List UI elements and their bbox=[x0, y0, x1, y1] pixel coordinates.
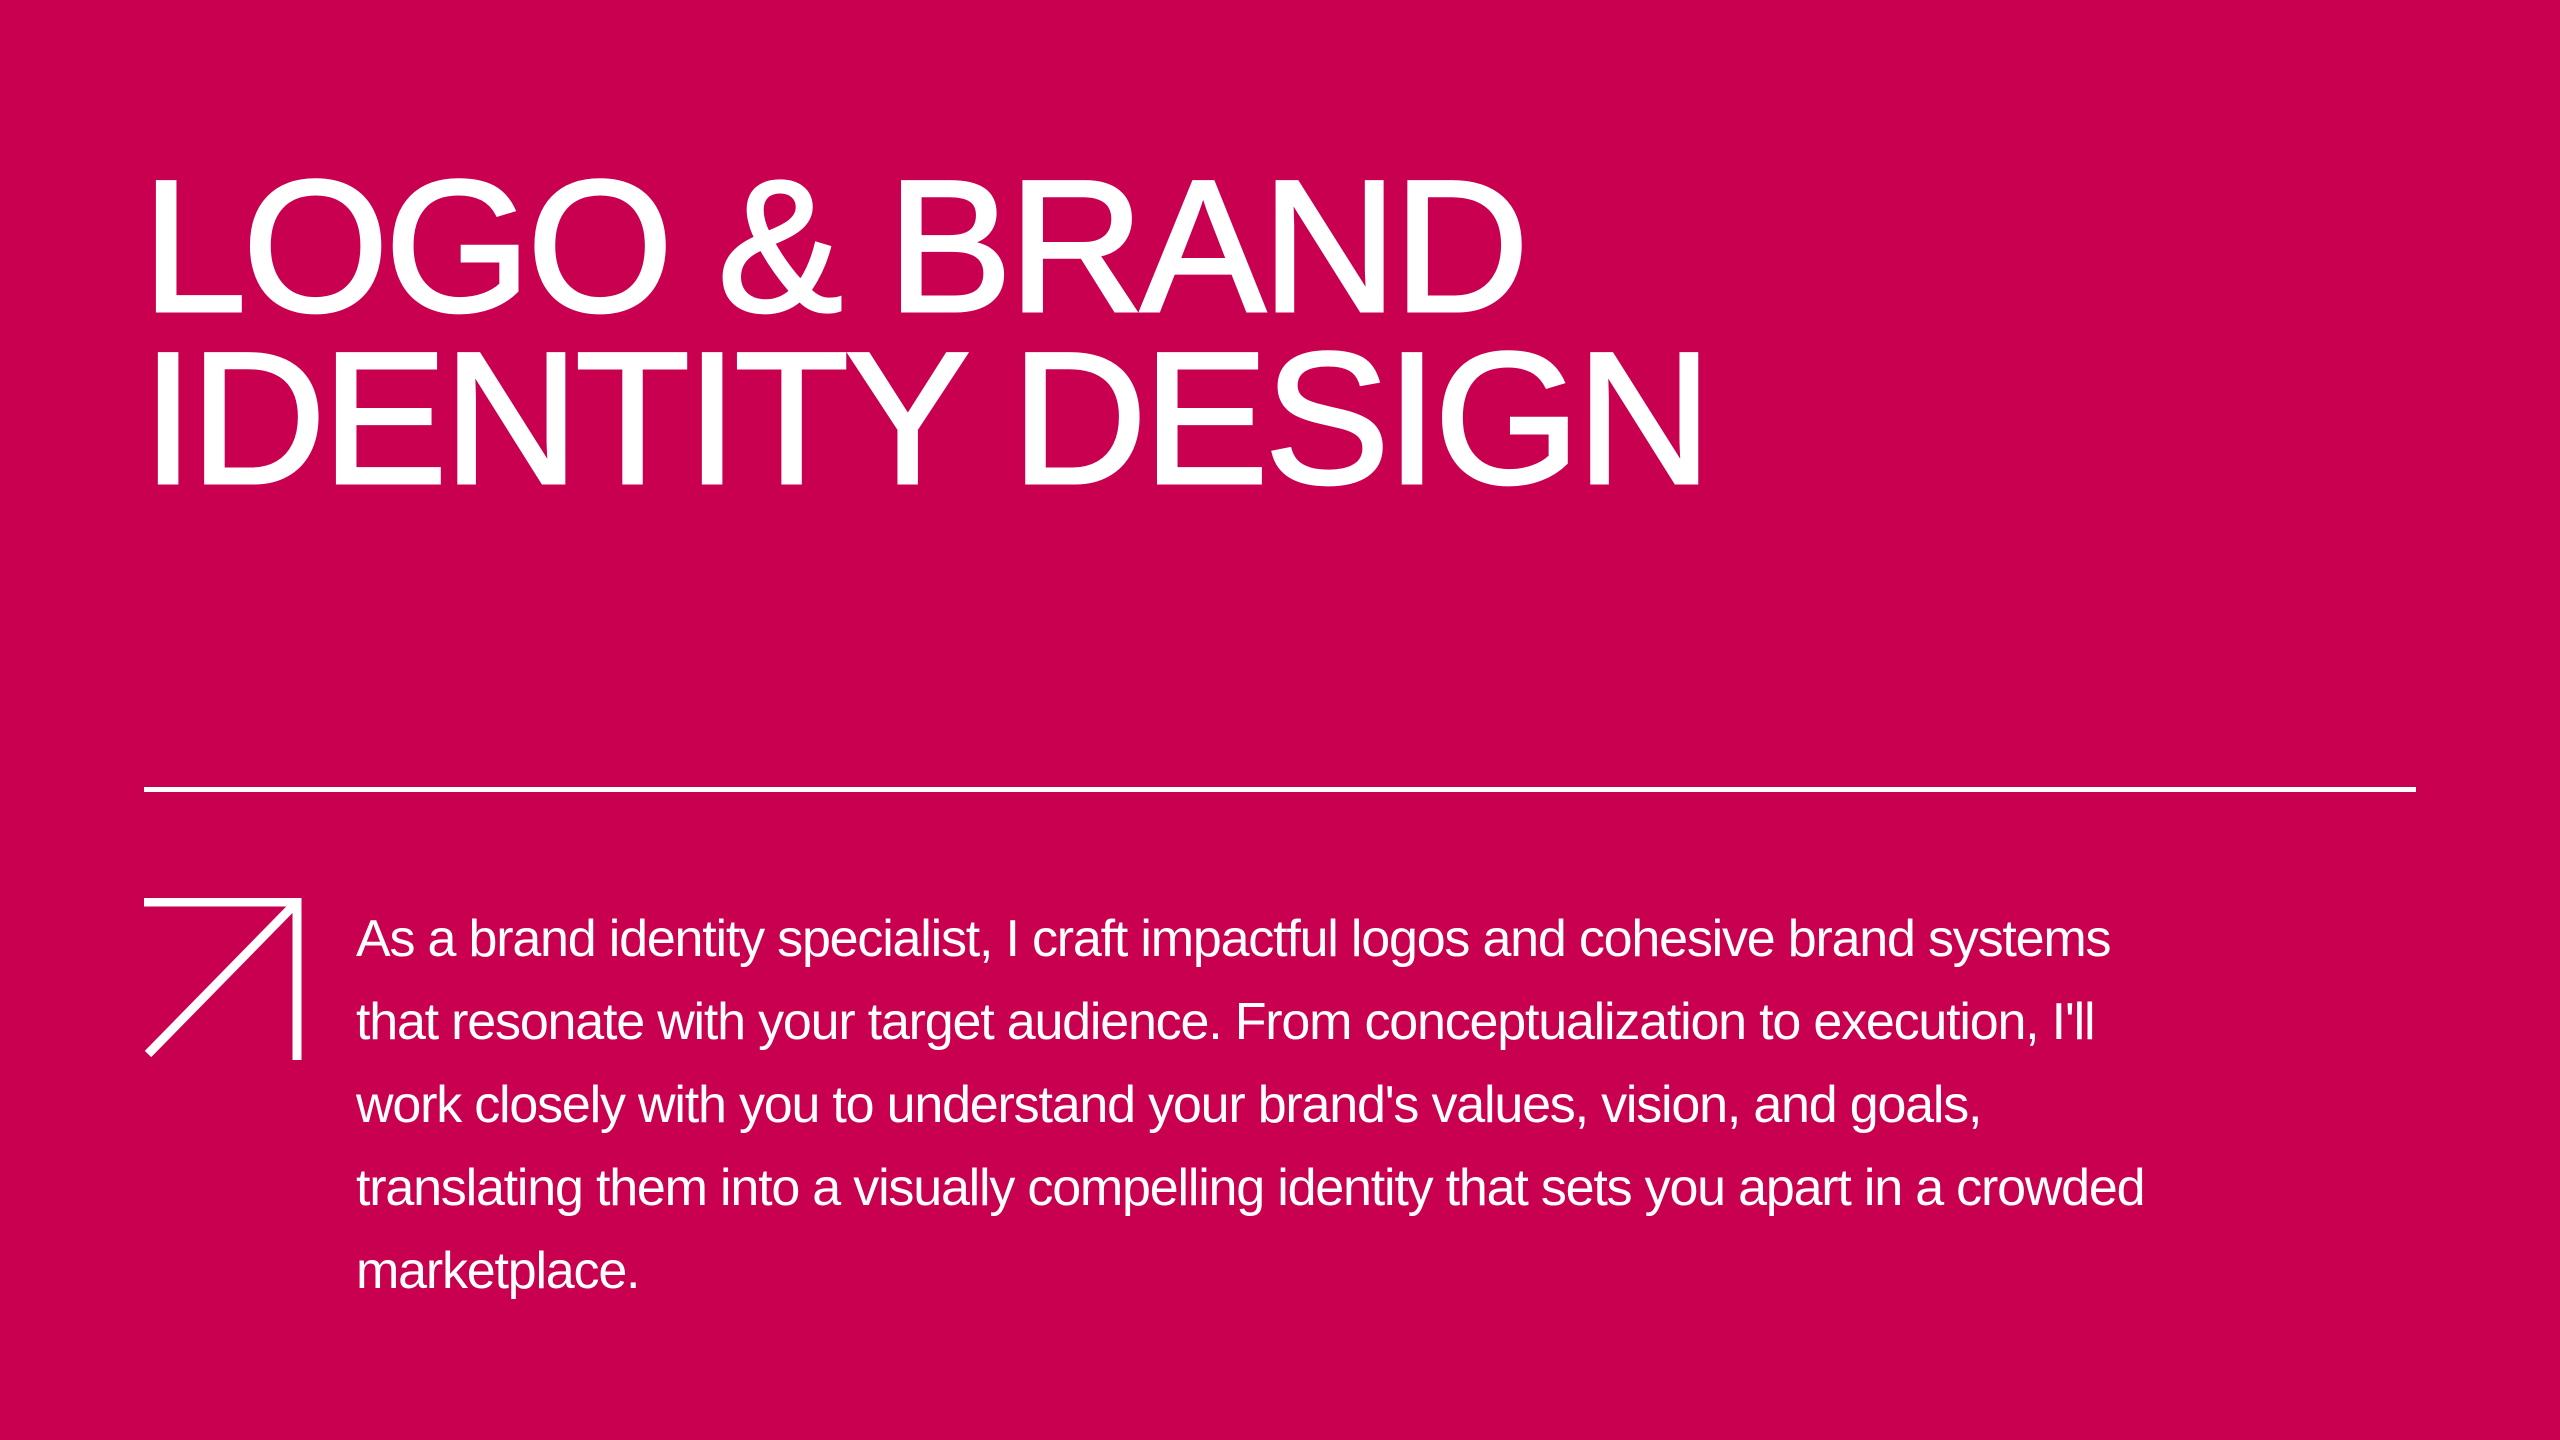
description-line: that resonate with your target audience.… bbox=[356, 993, 2096, 1051]
description-paragraph: As a brand identity specialist, I craft … bbox=[356, 898, 2436, 1313]
title-line-1: LOGO & BRAND bbox=[140, 141, 1530, 351]
divider bbox=[144, 787, 2416, 792]
arrow-up-right-icon bbox=[144, 898, 302, 1060]
title-line-2: IDENTITY DESIGN bbox=[140, 313, 1713, 523]
description-line: work closely with you to understand your… bbox=[356, 1076, 1982, 1134]
description-line: marketplace. bbox=[356, 1242, 640, 1300]
page-title: LOGO & BRAND IDENTITY DESIGN bbox=[140, 141, 1713, 523]
description-line: As a brand identity specialist, I craft … bbox=[356, 910, 2111, 968]
description-line: translating them into a visually compell… bbox=[356, 1159, 2146, 1217]
